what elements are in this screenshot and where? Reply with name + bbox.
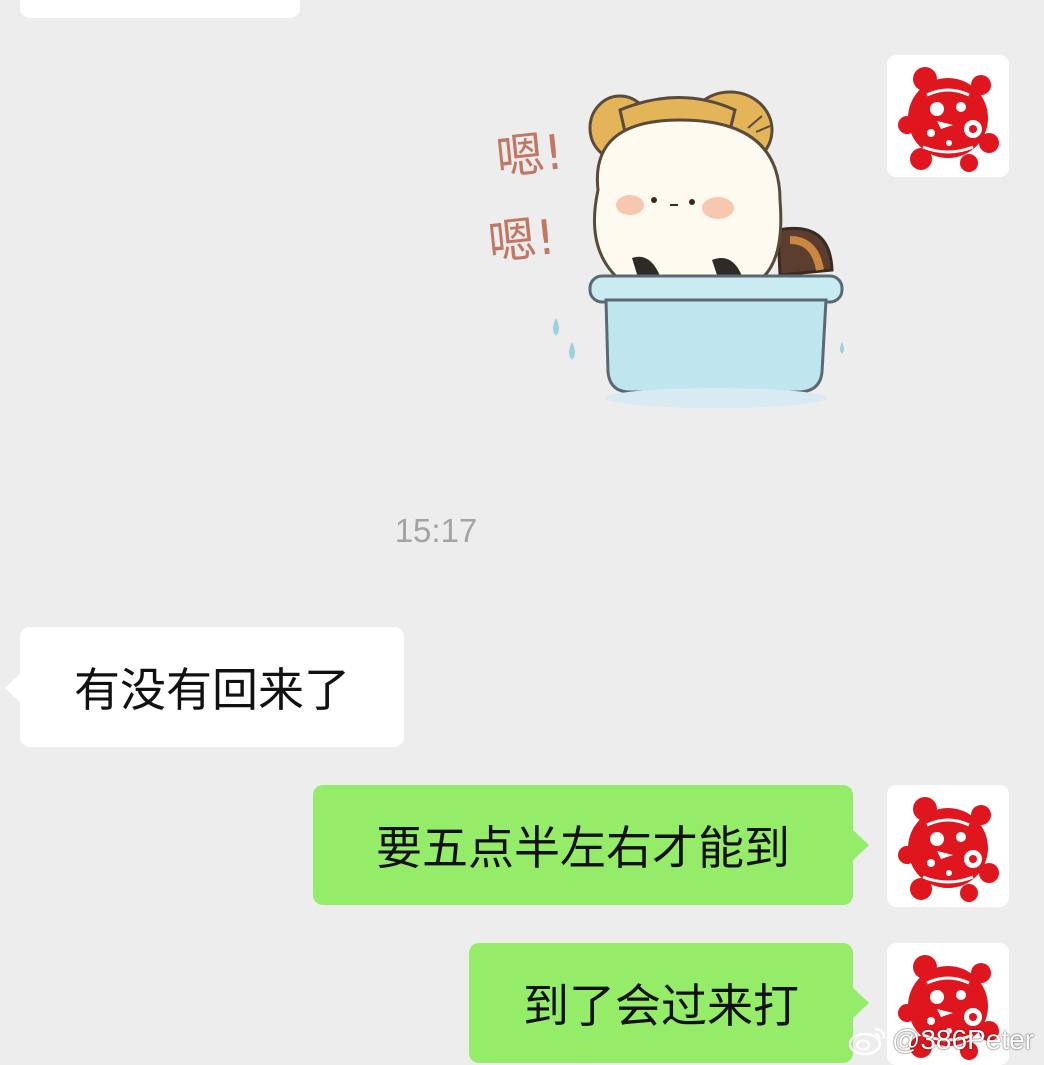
outgoing-message-bubble[interactable]: 到了会过来打 (469, 943, 853, 1063)
papercut-avatar-icon (887, 55, 1009, 177)
sticker-image: 嗯! 嗯! (485, 90, 844, 408)
incoming-message-bubble[interactable]: 有没有回来了 (20, 627, 404, 747)
sticker-text-2: 嗯! (485, 209, 558, 272)
message-text: 有没有回来了 (74, 663, 350, 717)
outgoing-message-bubble[interactable]: 要五点半左右才能到 (313, 785, 853, 905)
chat-area[interactable]: 嗯! 嗯! 15:17 有没有回来了 要五点半左右才能到 到了会过来打 @386… (0, 0, 1044, 1065)
papercut-avatar-icon (887, 785, 1009, 907)
incoming-bubble-tail (5, 673, 21, 703)
outgoing-bubble-tail (853, 988, 869, 1018)
watermark: @386Peter (848, 1023, 1034, 1057)
previous-message-bubble[interactable] (20, 0, 300, 18)
self-avatar[interactable] (887, 55, 1009, 177)
outgoing-bubble-tail (853, 830, 869, 860)
dog-in-bathtub-sticker[interactable]: 嗯! 嗯! (480, 80, 860, 420)
self-avatar[interactable] (887, 785, 1009, 907)
watermark-handle: @386Peter (891, 1024, 1034, 1055)
sticker-text-1: 嗯! (493, 124, 566, 187)
message-text: 要五点半左右才能到 (376, 821, 790, 875)
message-text: 到了会过来打 (523, 979, 799, 1033)
weibo-icon (848, 1027, 886, 1056)
message-timestamp: 15:17 (394, 512, 478, 549)
